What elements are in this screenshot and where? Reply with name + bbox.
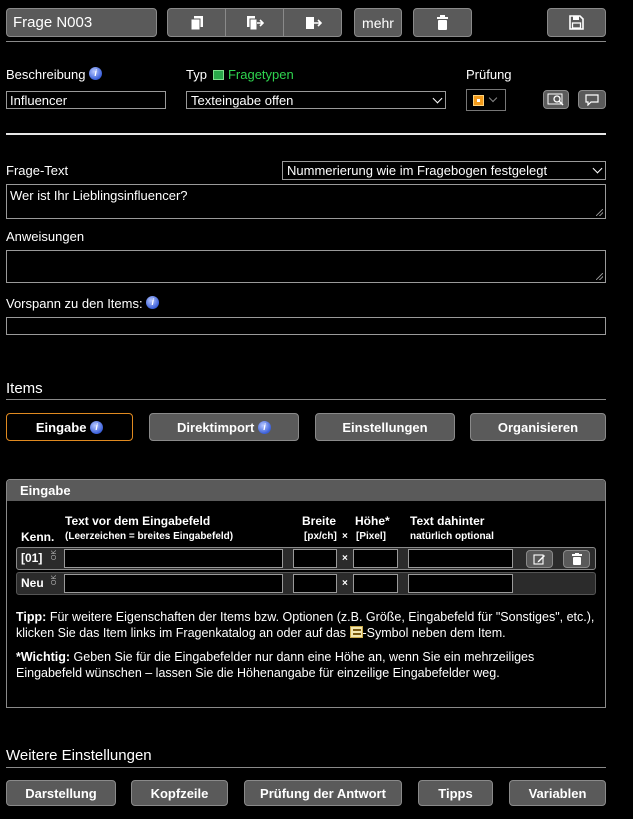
speech-bubble-icon — [585, 93, 599, 106]
save-icon — [569, 15, 584, 30]
eingabe-panel-header: Eingabe — [7, 480, 605, 501]
save-button[interactable] — [547, 8, 606, 37]
row-text-vor-input[interactable] — [64, 549, 283, 568]
weitere-heading: Weitere Einstellungen — [6, 747, 152, 764]
row-cross: × — [342, 578, 348, 589]
tipp-text: Tipp: Für weitere Eigenschaften der Item… — [16, 610, 595, 640]
typ-select-value: Texteingabe offen — [191, 92, 294, 108]
ok-marker: OK — [51, 550, 58, 561]
col-cross: × — [342, 531, 348, 542]
frage-text-label: Frage-Text — [6, 163, 69, 178]
comment-button[interactable] — [578, 90, 606, 109]
row-breite-input[interactable] — [293, 549, 337, 568]
copy-button[interactable] — [167, 8, 226, 37]
frage-text-value: Wer ist Ihr Lieblingsinfluencer? — [10, 188, 188, 203]
delete-question-button[interactable] — [413, 8, 472, 37]
ok-marker: OK — [51, 575, 58, 586]
move-button[interactable] — [284, 8, 342, 37]
col-text-dahinter: Text dahinter — [410, 514, 485, 528]
row-kenn: Neu — [21, 576, 44, 590]
duplicate-move-button[interactable] — [226, 8, 284, 37]
copy-icon — [190, 15, 203, 30]
mehr-button[interactable]: mehr — [354, 8, 402, 37]
info-icon[interactable]: i — [90, 420, 104, 434]
copy-move-icon — [246, 15, 264, 30]
nummerierung-select[interactable]: Nummerierung wie im Fragebogen festgeleg… — [282, 161, 606, 180]
col-breite-sub: [px/ch] — [304, 531, 337, 542]
edit-icon — [533, 554, 545, 565]
trash-icon — [437, 15, 448, 30]
kopfzeile-button[interactable]: Kopfzeile — [131, 780, 228, 806]
delete-item-button[interactable] — [563, 550, 590, 568]
tipps-button[interactable]: Tipps — [418, 780, 493, 806]
new-text-vor-input[interactable] — [64, 574, 283, 593]
info-icon[interactable]: i — [257, 420, 271, 434]
beschreibung-label: Beschreibung i — [6, 67, 103, 82]
weitere-divider — [6, 767, 606, 768]
darstellung-button[interactable]: Darstellung — [6, 780, 116, 806]
col-text-vor: Text vor dem Eingabefeld — [65, 514, 211, 528]
typ-select[interactable]: Texteingabe offen — [186, 91, 446, 109]
edit-item-button[interactable] — [526, 550, 553, 568]
tab-eingabe[interactable]: Eingabe i — [6, 413, 133, 441]
row-hoehe-input[interactable] — [353, 549, 398, 568]
tab-direktimport[interactable]: Direktimport i — [149, 413, 299, 441]
resize-handle[interactable] — [596, 209, 603, 216]
info-icon[interactable]: i — [89, 67, 103, 80]
row-text-dahinter-input[interactable] — [408, 549, 513, 568]
section-divider — [6, 133, 606, 135]
vorspann-input[interactable] — [6, 317, 606, 335]
move-icon — [305, 16, 322, 29]
tab-einstellungen[interactable]: Einstellungen — [315, 413, 455, 441]
trash-icon — [571, 553, 582, 565]
col-text-vor-sub: (Leerzeichen = breites Eingabefeld) — [65, 531, 234, 542]
pruefung-label: Prüfung — [466, 67, 512, 82]
magnifier-icon — [547, 93, 564, 106]
col-breite: Breite — [302, 514, 337, 528]
anweisungen-label: Anweisungen — [6, 229, 85, 244]
nummerierung-value: Nummerierung wie im Fragebogen festgeleg… — [287, 163, 548, 178]
resize-handle[interactable] — [596, 273, 603, 280]
col-text-dahinter-sub: natürlich optional — [410, 531, 494, 542]
book-icon — [212, 69, 224, 80]
fragetypen-link[interactable]: Fragetypen — [228, 67, 294, 82]
info-icon[interactable]: i — [146, 296, 160, 309]
search-preview-button[interactable] — [543, 90, 569, 109]
beschreibung-input[interactable]: Influencer — [6, 91, 166, 109]
action-group — [167, 8, 342, 37]
tab-organisieren[interactable]: Organisieren — [470, 413, 606, 441]
col-kenn: Kenn. — [21, 530, 55, 544]
header-divider — [6, 41, 606, 42]
new-text-dahinter-input[interactable] — [408, 574, 513, 593]
question-title[interactable]: Frage N003 — [6, 8, 157, 37]
pruefung-antwort-button[interactable]: Prüfung der Antwort — [244, 780, 402, 806]
row-cross: × — [342, 553, 348, 564]
chevron-down-icon — [432, 93, 443, 103]
validation-icon — [473, 94, 484, 106]
frage-text-textarea[interactable]: Wer ist Ihr Lieblingsinfluencer? — [6, 184, 606, 219]
vorspann-label: Vorspann zu den Items: i — [6, 296, 160, 311]
row-kenn: [01] — [21, 551, 43, 565]
col-hoehe: Höhe* — [355, 514, 390, 528]
items-divider — [6, 399, 606, 400]
col-hoehe-sub: [Pixel] — [356, 531, 387, 542]
item-edit-icon — [349, 626, 363, 638]
pruefung-select[interactable] — [466, 89, 506, 111]
new-breite-input[interactable] — [293, 574, 337, 593]
variablen-button[interactable]: Variablen — [509, 780, 606, 806]
chevron-down-icon — [592, 163, 603, 174]
new-hoehe-input[interactable] — [353, 574, 398, 593]
wichtig-text: *Wichtig: Geben Sie für die Eingabefelde… — [16, 650, 535, 680]
items-heading: Items — [6, 380, 43, 397]
anweisungen-textarea[interactable] — [6, 250, 606, 283]
chevron-down-icon — [488, 93, 498, 103]
typ-label: Typ Fragetypen — [186, 67, 294, 82]
